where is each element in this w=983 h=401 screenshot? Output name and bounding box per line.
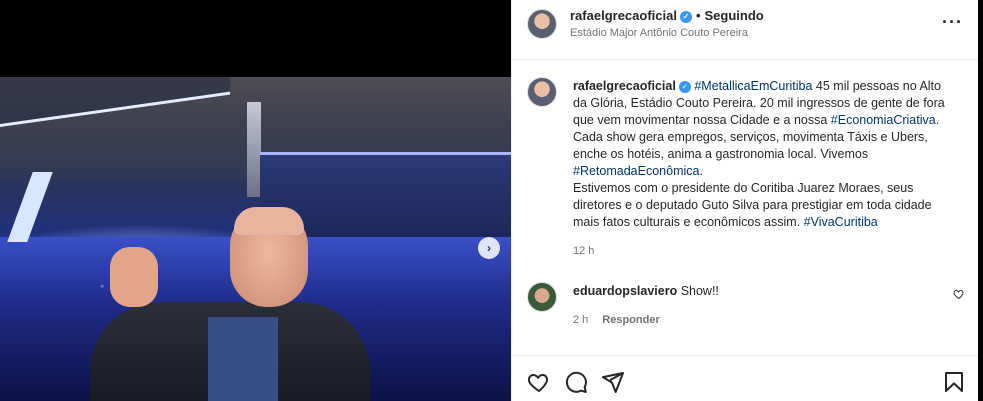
share-icon[interactable] [601, 370, 625, 394]
heart-icon[interactable] [527, 370, 551, 394]
header-user-line: rafaelgrecaoficial ✓ • Seguindo [570, 8, 764, 23]
commenter-username[interactable]: eduardopslaviero [573, 284, 677, 298]
caption-username[interactable]: rafaelgrecaoficial [573, 79, 676, 93]
verified-icon: ✓ [679, 10, 692, 23]
more-options-icon[interactable]: ··· [942, 12, 963, 33]
photo-tower [247, 102, 261, 197]
comment-text: Show!! [680, 284, 719, 298]
post-photo[interactable] [0, 77, 511, 401]
comment-item: eduardopslaviero Show!! 2 h Responder [512, 270, 979, 340]
chevron-right-icon: › [487, 241, 491, 255]
author-username[interactable]: rafaelgrecaoficial [570, 8, 677, 23]
post-location[interactable]: Estádio Major Antônio Couto Pereira [570, 27, 748, 39]
commenter-avatar[interactable] [527, 282, 557, 312]
caption-segment: . [699, 164, 703, 178]
separator-dot: • [695, 8, 701, 23]
following-button[interactable]: Seguindo [705, 8, 764, 23]
post-media: › [0, 0, 511, 401]
bookmark-icon[interactable] [942, 370, 966, 394]
post-header: rafaelgrecaoficial ✓ • Seguindo Estádio Maj… [512, 0, 979, 60]
hashtag-link[interactable]: #MetallicaEmCuritiba [694, 79, 812, 93]
person-hand-rock-sign [110, 247, 158, 307]
photo-person [90, 207, 370, 401]
comment-icon[interactable] [564, 370, 588, 394]
caption-timestamp[interactable]: 12 h [573, 245, 594, 257]
reply-button[interactable]: Responder [602, 314, 659, 326]
person-scalp [234, 207, 304, 235]
comment-line: eduardopslaviero Show!! [573, 284, 719, 298]
hashtag-link[interactable]: #VivaCuritiba [804, 215, 878, 229]
author-avatar[interactable] [527, 9, 557, 39]
comment-meta: 2 h Responder [573, 314, 674, 326]
next-image-button[interactable]: › [478, 237, 500, 259]
caption-block: rafaelgrecaoficial ✓ #MetallicaEmCuritiba… [512, 61, 979, 261]
caption-author-avatar[interactable] [527, 77, 557, 107]
caption-text: rafaelgrecaoficial ✓ #MetallicaEmCuritiba… [573, 78, 953, 231]
hashtag-link[interactable]: #EconomiaCriativa [831, 113, 936, 127]
comment-like-heart-icon[interactable] [953, 288, 965, 300]
person-shirt [208, 317, 278, 401]
verified-icon: ✓ [678, 80, 691, 93]
comment-timestamp[interactable]: 2 h [573, 314, 588, 326]
hashtag-link[interactable]: #RetomadaEconômica [573, 164, 699, 178]
window-edge [978, 0, 983, 401]
post-actions-bar [512, 355, 979, 401]
post-panel: rafaelgrecaoficial ✓ • Seguindo Estádio Maj… [511, 0, 979, 401]
